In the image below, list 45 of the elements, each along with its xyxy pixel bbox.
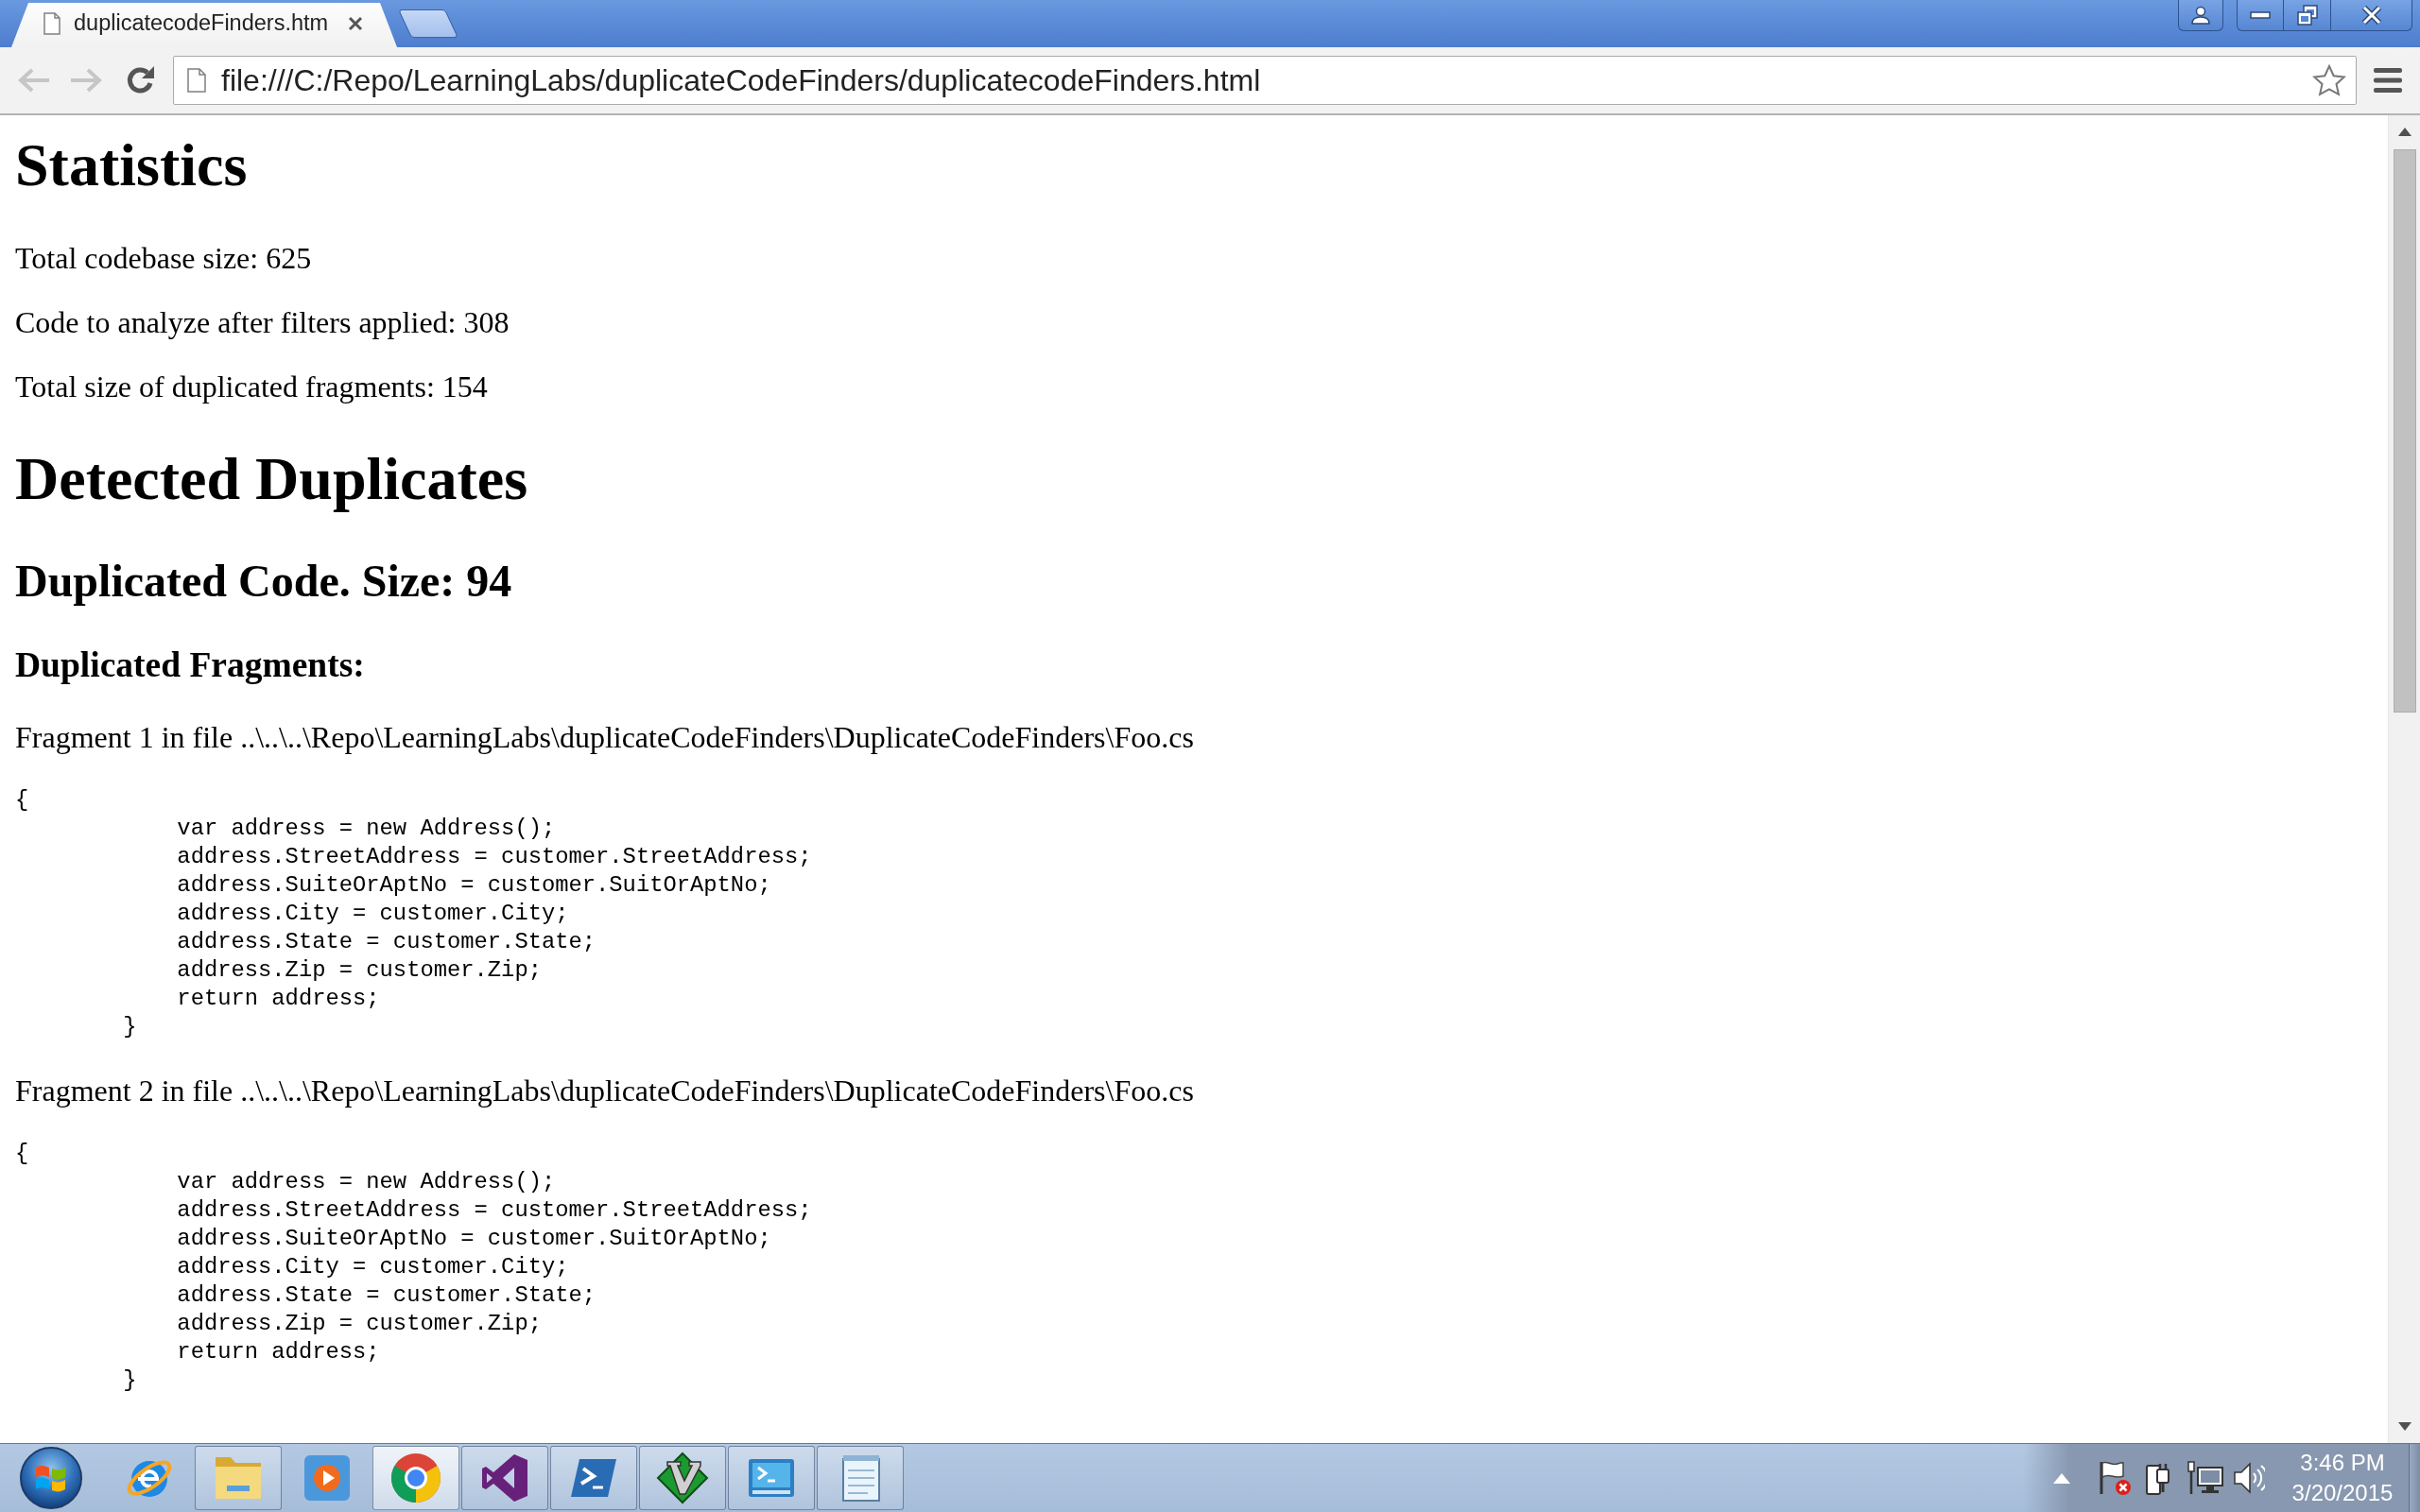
- clock-date: 3/20/2015: [2291, 1479, 2394, 1507]
- paragraph: Fragment 2 in file ..\..\..\Repo\LearningLabs\duplicateCodeFinders\DuplicateCodeFinders\Foo.cs: [15, 1074, 1194, 1108]
- close-icon[interactable]: [348, 15, 363, 31]
- taskbar-button[interactable]: [550, 1446, 637, 1510]
- taskbar-button[interactable]: [639, 1446, 726, 1510]
- close-window-button[interactable]: [2331, 0, 2412, 31]
- taskbar-button[interactable]: [372, 1446, 459, 1510]
- paragraph: Total size of duplicated fragments: 154: [15, 369, 488, 404]
- reload-icon[interactable]: [125, 64, 157, 96]
- restore-icon: [2296, 5, 2318, 26]
- paragraph: Fragment 1 in file ..\..\..\Repo\LearningLabs\duplicateCodeFinders\DuplicateCodeFinders\Foo.cs: [15, 720, 1194, 754]
- browser-tab[interactable]: duplicatecodeFinders.htm: [11, 3, 397, 47]
- taskbar-button[interactable]: [461, 1446, 548, 1510]
- network-icon[interactable]: [2187, 1460, 2224, 1496]
- taskbar-button[interactable]: [728, 1446, 815, 1510]
- scrollbar-thumb[interactable]: [2393, 149, 2416, 713]
- profile-button[interactable]: [2178, 0, 2223, 31]
- subsection-heading: Duplicated Fragments:: [15, 644, 365, 685]
- minimize-icon: [2250, 11, 2271, 19]
- page-icon: [43, 11, 60, 35]
- person-icon: [2191, 6, 2210, 25]
- down-arrow-icon[interactable]: [2397, 1422, 2411, 1431]
- paragraph: Total codebase size: 625: [15, 241, 312, 275]
- scrollbar[interactable]: [2388, 115, 2420, 1443]
- address-field[interactable]: file:///C:/Repo/LearningLabs/duplicateCodeFinders/duplicatecodeFinders.html: [173, 56, 2357, 105]
- clock-time: 3:46 PM: [2300, 1449, 2385, 1477]
- menu-icon[interactable]: [2373, 67, 2403, 94]
- up-arrow-icon[interactable]: [2397, 128, 2411, 136]
- speaker-icon[interactable]: [2233, 1460, 2265, 1496]
- start-orb-icon[interactable]: [20, 1447, 82, 1509]
- page-heading: Statistics: [15, 130, 248, 200]
- star-icon[interactable]: [2312, 64, 2346, 96]
- restore-button[interactable]: [2284, 0, 2331, 31]
- diamond-logo-icon: [656, 1452, 709, 1504]
- flag-icon[interactable]: [2098, 1460, 2132, 1496]
- code-text: { var address = new Address(); address.StreetAddress = customer.StreetAddress; address.SuiteOrAptNo = customer.SuitOrAptNo; address.City = customer.City; address.State = customer.State; address.Zip = customer.Zip; return address; }: [15, 1140, 812, 1395]
- paragraph: Code to analyze after filters applied: 308: [15, 305, 510, 339]
- page-icon: [187, 68, 206, 93]
- taskbar-button[interactable]: [817, 1446, 904, 1510]
- code-text: { var address = new Address(); address.StreetAddress = customer.StreetAddress; address.SuiteOrAptNo = customer.SuitOrAptNo; address.City = customer.City; address.State = customer.State; address.Zip = customer.Zip; return address; }: [15, 786, 812, 1041]
- page-heading: Detected Duplicates: [15, 444, 528, 514]
- section-heading: Duplicated Code. Size: 94: [15, 555, 512, 607]
- close-icon: [2360, 6, 2382, 25]
- minimize-button[interactable]: [2237, 0, 2284, 31]
- wheel-logo-icon: [389, 1452, 442, 1504]
